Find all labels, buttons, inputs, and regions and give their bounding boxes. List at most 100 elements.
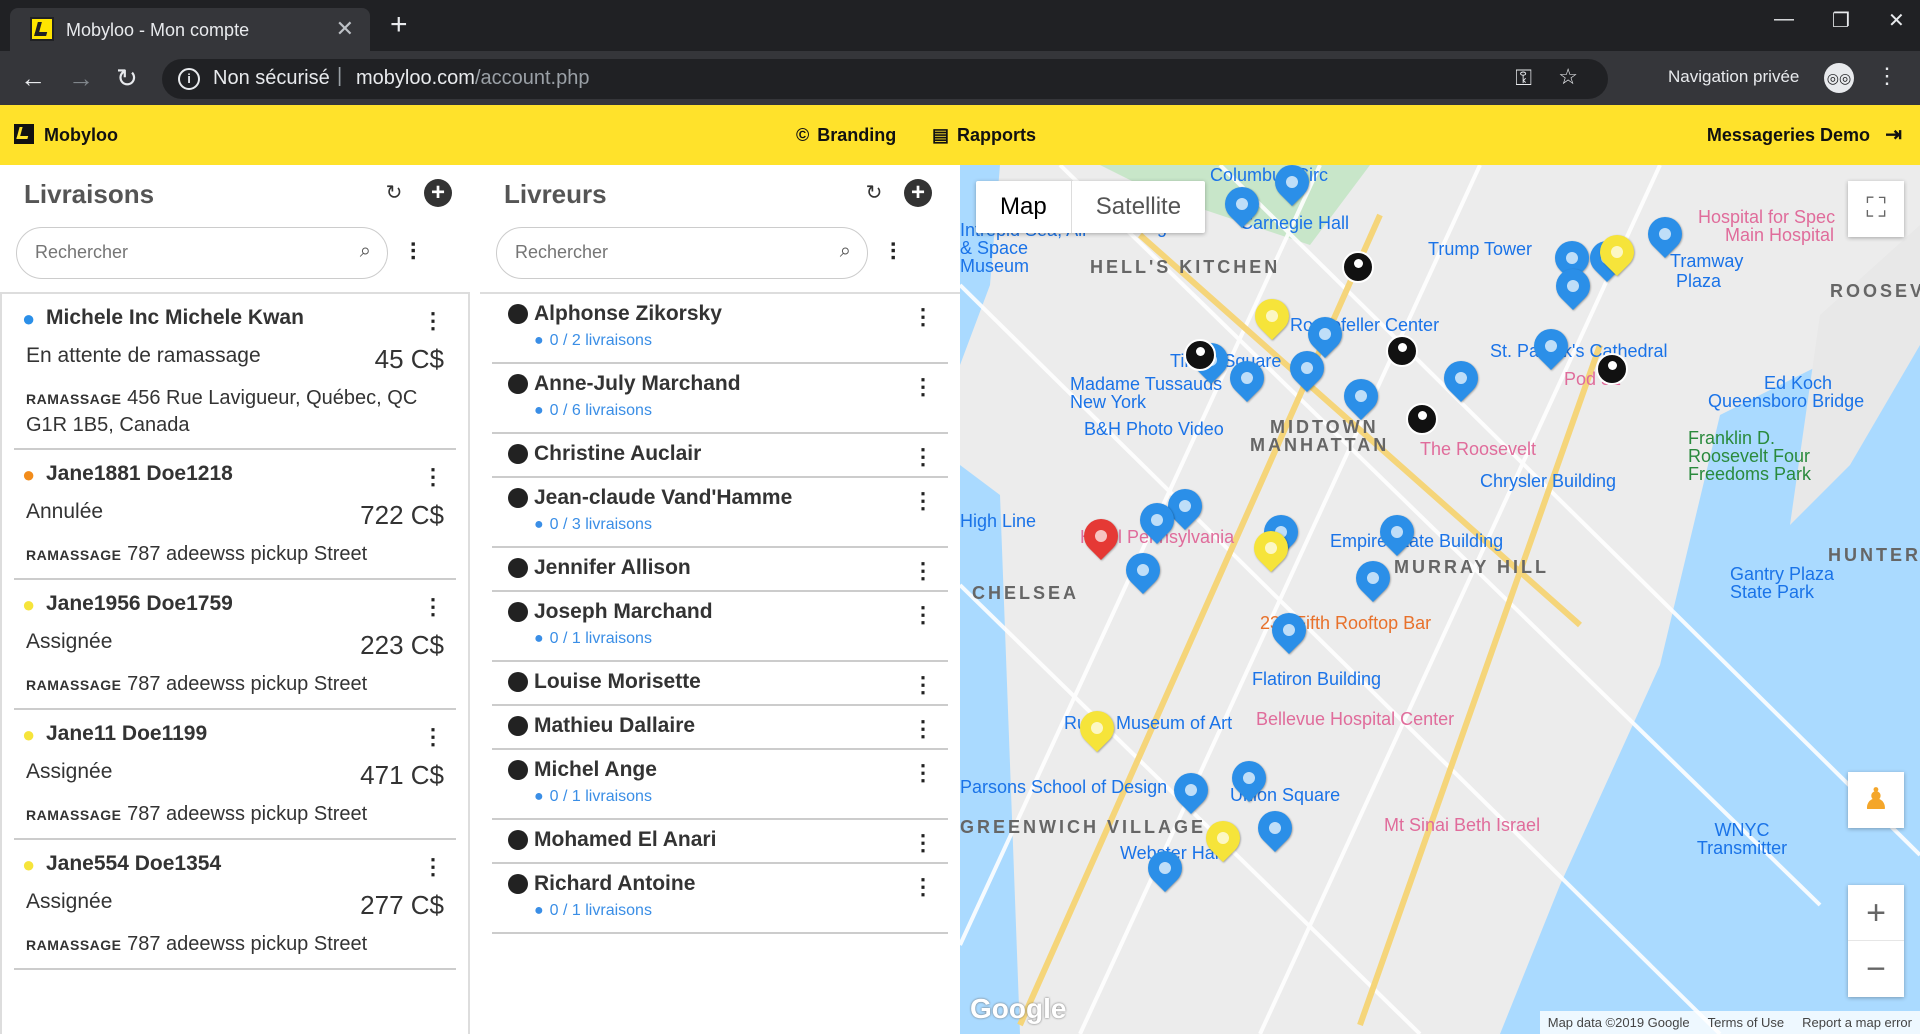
- search-icon[interactable]: ⌕: [360, 240, 371, 263]
- driver-marker[interactable]: [1406, 403, 1438, 435]
- more-menu-icon[interactable]: ⋮: [912, 830, 934, 856]
- list-item[interactable]: ● Jane554 Doe1354 ⋮ Assignée 277 C$ RAMASS…: [14, 840, 456, 970]
- pegman-icon[interactable]: ♟: [1848, 772, 1904, 828]
- user-icon: [508, 716, 528, 736]
- more-menu-icon[interactable]: ⋮: [422, 724, 444, 750]
- price: 223 C$: [360, 630, 444, 660]
- livreurs-search: ⌕: [496, 227, 868, 279]
- add-icon[interactable]: +: [424, 179, 452, 207]
- browser-tab-bar: Mobyloo - Mon compte ✕ + — ❐ ✕: [0, 0, 1920, 51]
- new-tab-icon[interactable]: +: [390, 8, 408, 42]
- user-icon: [508, 558, 528, 578]
- location-pin-icon: ●: [22, 852, 36, 877]
- more-menu-icon[interactable]: ⋮: [912, 304, 934, 330]
- list-item[interactable]: ● Jane1956 Doe1759 ⋮ Assignée 223 C$ RAMAS…: [14, 580, 456, 710]
- driver-item[interactable]: Anne-July Marchand ⋮ ● 0 / 6 livraisons: [492, 364, 948, 434]
- driver-marker[interactable]: [1386, 335, 1418, 367]
- driver-item[interactable]: Alphonse Zikorsky ⋮ ● 0 / 2 livraisons: [492, 294, 948, 364]
- info-icon[interactable]: i: [178, 68, 200, 90]
- driver-item[interactable]: Louise Morisette ⋮: [492, 662, 948, 706]
- map[interactable]: Columbus Circ Carnegie Hall Trump Tower …: [960, 165, 1920, 1034]
- add-icon[interactable]: +: [904, 179, 932, 207]
- driver-item[interactable]: Joseph Marchand ⋮ ● 0 / 1 livraisons: [492, 592, 948, 662]
- more-menu-icon[interactable]: ⋮: [422, 308, 444, 334]
- filter-icon[interactable]: ⫶: [890, 239, 896, 267]
- livraisons-search: ⌕: [16, 227, 388, 279]
- incognito-icon[interactable]: ◎◎: [1824, 63, 1854, 93]
- driver-item[interactable]: Mathieu Dallaire ⋮: [492, 706, 948, 750]
- more-menu-icon[interactable]: ⋮: [912, 374, 934, 400]
- user-icon: [508, 374, 528, 394]
- zoom-out-icon[interactable]: −: [1848, 941, 1904, 997]
- status-text: Assignée: [26, 630, 113, 653]
- nav-branding[interactable]: © Branding: [796, 125, 896, 146]
- more-menu-icon[interactable]: ⋮: [912, 874, 934, 900]
- price: 277 C$: [360, 890, 444, 920]
- more-menu-icon[interactable]: ⋮: [422, 594, 444, 620]
- more-menu-icon[interactable]: ⋮: [422, 854, 444, 880]
- pickup-address: RAMASSAGE 456 Rue Lavigueur, Québec, QC …: [26, 387, 418, 436]
- zoom-in-icon[interactable]: +: [1848, 885, 1904, 941]
- user-icon: [508, 602, 528, 622]
- more-menu-icon[interactable]: ⋮: [912, 716, 934, 742]
- location-pin-icon: ●: [22, 306, 36, 331]
- livreurs-title: Livreurs: [504, 179, 607, 209]
- browser-tab[interactable]: Mobyloo - Mon compte ✕: [10, 8, 370, 51]
- close-tab-icon[interactable]: ✕: [336, 16, 354, 42]
- browser-menu-icon[interactable]: ⋮: [1876, 63, 1898, 89]
- account-name[interactable]: Messageries Demo: [1707, 125, 1870, 146]
- reload-icon[interactable]: ↻: [116, 63, 138, 94]
- forward-icon[interactable]: →: [68, 63, 94, 94]
- map-label: Tramway: [1670, 251, 1744, 271]
- driver-item[interactable]: Richard Antoine ⋮ ● 0 / 1 livraisons: [492, 864, 948, 934]
- search-input[interactable]: [515, 242, 815, 263]
- driver-marker[interactable]: [1342, 251, 1374, 283]
- fullscreen-icon[interactable]: ⛶: [1848, 181, 1904, 237]
- app-header: Mobyloo © Branding ▤ Rapports Messageries …: [0, 105, 1920, 165]
- more-menu-icon[interactable]: ⋮: [912, 672, 934, 698]
- user-icon: [508, 304, 528, 324]
- driver-marker[interactable]: [1184, 339, 1216, 371]
- delivery-count: ● 0 / 1 livraisons: [534, 788, 652, 805]
- restore-icon[interactable]: ❐: [1832, 8, 1850, 33]
- brand-name[interactable]: Mobyloo: [44, 125, 118, 146]
- map-type-satellite[interactable]: Satellite: [1072, 181, 1205, 233]
- nav-rapports[interactable]: ▤ Rapports: [932, 125, 1036, 146]
- status-text: En attente de ramassage: [26, 344, 261, 367]
- pickup-address: RAMASSAGE 787 adeewss pickup Street: [26, 543, 368, 565]
- private-mode-label: Navigation privée: [1668, 67, 1800, 86]
- more-menu-icon[interactable]: ⋮: [912, 760, 934, 786]
- map-type-map[interactable]: Map: [976, 181, 1072, 233]
- refresh-icon[interactable]: ↻: [380, 179, 408, 207]
- close-window-icon[interactable]: ✕: [1888, 8, 1905, 33]
- terms-link[interactable]: Terms of Use: [1708, 1015, 1785, 1030]
- bookmark-star-icon[interactable]: ☆: [1558, 64, 1578, 90]
- refresh-icon[interactable]: ↻: [860, 179, 888, 207]
- location-pin-icon: ●: [534, 630, 544, 647]
- address-bar[interactable]: i Non sécurisé | mobyloo.com/account.php…: [162, 59, 1608, 99]
- map-label: Parsons School of Design: [960, 777, 1168, 797]
- logout-icon[interactable]: ⇥: [1885, 122, 1902, 147]
- list-item[interactable]: ● Jane11 Doe1199 ⋮ Assignée 471 C$ RAMASSA…: [14, 710, 456, 840]
- driver-item[interactable]: Mohamed El Anari ⋮: [492, 820, 948, 864]
- driver-marker[interactable]: [1596, 353, 1628, 385]
- search-icon[interactable]: ⌕: [840, 240, 851, 263]
- map-attribution: Map data ©2019 Google Terms of Use Repor…: [1539, 1011, 1920, 1034]
- key-icon[interactable]: ⚿: [1515, 65, 1532, 91]
- more-menu-icon[interactable]: ⋮: [912, 558, 934, 584]
- minimize-icon[interactable]: —: [1774, 8, 1794, 31]
- search-input[interactable]: [35, 242, 335, 263]
- more-menu-icon[interactable]: ⋮: [912, 444, 934, 470]
- driver-item[interactable]: Jean-claude Vand'Hamme ⋮ ● 0 / 3 livraisons: [492, 478, 948, 548]
- list-item[interactable]: ● Michele Inc Michele Kwan ⋮ En attente d…: [14, 294, 456, 450]
- report-error-link[interactable]: Report a map error: [1802, 1015, 1912, 1030]
- driver-item[interactable]: Christine Auclair ⋮: [492, 434, 948, 478]
- more-menu-icon[interactable]: ⋮: [912, 488, 934, 514]
- back-icon[interactable]: ←: [20, 63, 46, 94]
- more-menu-icon[interactable]: ⋮: [912, 602, 934, 628]
- driver-item[interactable]: Jennifer Allison ⋮: [492, 548, 948, 592]
- more-menu-icon[interactable]: ⋮: [422, 464, 444, 490]
- list-item[interactable]: ● Jane1881 Doe1218 ⋮ Annulée 722 C$ RAMASS…: [14, 450, 456, 580]
- driver-item[interactable]: Michel Ange ⋮ ● 0 / 1 livraisons: [492, 750, 948, 820]
- filter-icon[interactable]: ⫶: [410, 239, 416, 267]
